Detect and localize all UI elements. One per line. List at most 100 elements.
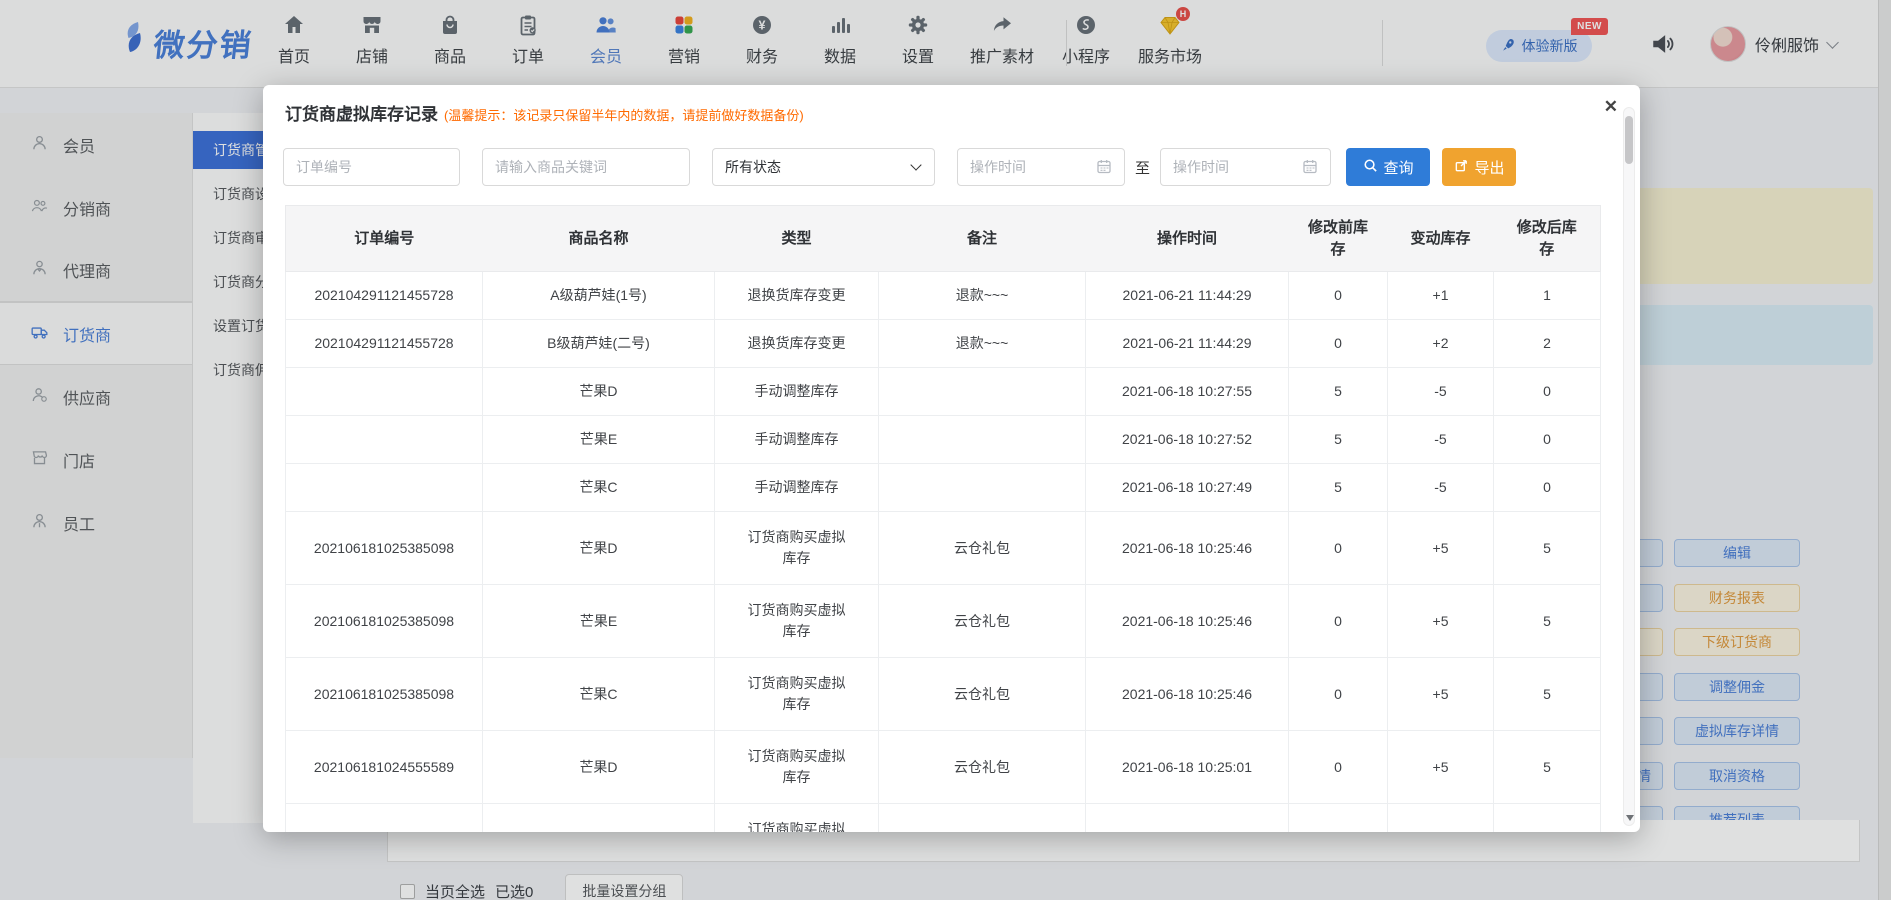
stock-table: 订单编号商品名称类型备注操作时间修改前库存变动库存修改后库存2021042911… bbox=[285, 205, 1601, 832]
table-cell bbox=[286, 368, 483, 416]
table-cell: 5 bbox=[1289, 368, 1388, 416]
table-cell: 云仓礼包 bbox=[879, 512, 1086, 585]
table-cell: 5 bbox=[1494, 731, 1601, 804]
table-cell: 芒果C bbox=[483, 658, 715, 731]
table-row: 202106181025385098芒果E订货商购买虚拟库存云仓礼包2021-0… bbox=[286, 585, 1601, 658]
order-number-input[interactable] bbox=[283, 148, 460, 186]
column-header: 变动库存 bbox=[1388, 206, 1494, 272]
table-row: 202106181024555589芒果D订货商购买虚拟库存云仓礼包2021-0… bbox=[286, 731, 1601, 804]
end-time-placeholder: 操作时间 bbox=[1173, 157, 1229, 177]
end-time-input[interactable]: 操作时间 bbox=[1160, 148, 1331, 186]
table-cell: 2021-06-18 10:27:49 bbox=[1086, 464, 1289, 512]
close-icon[interactable]: ✕ bbox=[1604, 97, 1618, 117]
table-cell: 手动调整库存 bbox=[715, 416, 879, 464]
modal-header: 订货商虚拟库存记录(温馨提示：该记录只保留半年内的数据，请提前做好数据备份) bbox=[263, 85, 1640, 125]
table-cell: 0 bbox=[1289, 731, 1388, 804]
table-cell: 手动调整库存 bbox=[715, 464, 879, 512]
table-cell: 0 bbox=[1494, 464, 1601, 512]
column-header: 修改后库存 bbox=[1494, 206, 1601, 272]
status-select[interactable]: 所有状态 bbox=[712, 148, 935, 186]
table-cell: +5 bbox=[1388, 585, 1494, 658]
table-cell: 202106181025385098 bbox=[286, 585, 483, 658]
table-cell: 1 bbox=[1494, 272, 1601, 320]
table-cell bbox=[879, 368, 1086, 416]
modal-scrollbar bbox=[1623, 107, 1635, 826]
table-cell: -5 bbox=[1388, 368, 1494, 416]
table-cell: 2021-06-18 10:27:55 bbox=[1086, 368, 1289, 416]
virtual-stock-record-modal: ✕ 订货商虚拟库存记录(温馨提示：该记录只保留半年内的数据，请提前做好数据备份)… bbox=[263, 85, 1640, 832]
table-row: 202106181024555589芒果E订货商购买虚拟库存云仓礼包2021-0… bbox=[286, 804, 1601, 833]
column-header: 类型 bbox=[715, 206, 879, 272]
table-header-row: 订单编号商品名称类型备注操作时间修改前库存变动库存修改后库存 bbox=[286, 206, 1601, 272]
table-cell: 202104291121455728 bbox=[286, 272, 483, 320]
table-cell: 0 bbox=[1289, 658, 1388, 731]
table-cell: 芒果D bbox=[483, 512, 715, 585]
table-cell: 0 bbox=[1289, 512, 1388, 585]
table-cell: 退款~~~ bbox=[879, 320, 1086, 368]
table-cell: 202106181025385098 bbox=[286, 512, 483, 585]
search-button[interactable]: 查询 bbox=[1346, 148, 1430, 186]
modal-warning: (温馨提示：该记录只保留半年内的数据，请提前做好数据备份) bbox=[444, 108, 804, 123]
table-cell: +2 bbox=[1388, 320, 1494, 368]
table-cell: 芒果D bbox=[483, 368, 715, 416]
table-cell bbox=[879, 464, 1086, 512]
calendar-icon bbox=[1096, 158, 1112, 177]
table-cell: 2021-06-18 10:25:46 bbox=[1086, 585, 1289, 658]
table-cell: 0 bbox=[1494, 368, 1601, 416]
table-cell: 2021-06-18 10:25:46 bbox=[1086, 512, 1289, 585]
table-cell: 芒果D bbox=[483, 731, 715, 804]
table-cell: 2021-06-21 11:44:29 bbox=[1086, 320, 1289, 368]
table-cell: A级葫芦娃(1号) bbox=[483, 272, 715, 320]
start-time-input[interactable]: 操作时间 bbox=[957, 148, 1125, 186]
table-cell: 5 bbox=[1289, 416, 1388, 464]
table-cell: 订货商购买虚拟库存 bbox=[715, 658, 879, 731]
table-row: 芒果C手动调整库存2021-06-18 10:27:495-50 bbox=[286, 464, 1601, 512]
table-cell bbox=[286, 416, 483, 464]
table-cell: 0 bbox=[1289, 272, 1388, 320]
table-cell: 云仓礼包 bbox=[879, 804, 1086, 833]
table-cell bbox=[286, 464, 483, 512]
screen: 微分销 首页店铺商品订单会员营销¥财务数据设置推广素材小程序H服务市场 体验新版… bbox=[0, 0, 1891, 900]
table-row: 202106181025385098芒果C订货商购买虚拟库存云仓礼包2021-0… bbox=[286, 658, 1601, 731]
column-header: 订单编号 bbox=[286, 206, 483, 272]
column-header: 备注 bbox=[879, 206, 1086, 272]
table-cell: 订货商购买虚拟库存 bbox=[715, 585, 879, 658]
table-cell: 202104291121455728 bbox=[286, 320, 483, 368]
filter-bar: 所有状态 操作时间 至 操作时间 查询 导出 bbox=[283, 148, 1516, 186]
status-select-value: 所有状态 bbox=[725, 157, 781, 177]
table-cell: 手动调整库存 bbox=[715, 368, 879, 416]
table-cell: 5 bbox=[1494, 658, 1601, 731]
table-cell: 202106181024555589 bbox=[286, 731, 483, 804]
table-cell: 202106181025385098 bbox=[286, 658, 483, 731]
table-cell: 订货商购买虚拟库存 bbox=[715, 512, 879, 585]
table-cell: 5 bbox=[1289, 464, 1388, 512]
product-keyword-input[interactable] bbox=[482, 148, 690, 186]
export-button[interactable]: 导出 bbox=[1442, 148, 1516, 186]
start-time-placeholder: 操作时间 bbox=[970, 157, 1026, 177]
column-header: 修改前库存 bbox=[1289, 206, 1388, 272]
table-cell: 2021-06-18 10:27:52 bbox=[1086, 416, 1289, 464]
table-cell: 芒果E bbox=[483, 416, 715, 464]
table-cell: B级葫芦娃(二号) bbox=[483, 320, 715, 368]
search-button-label: 查询 bbox=[1384, 157, 1414, 178]
to-label: 至 bbox=[1135, 157, 1150, 178]
table-cell: 5 bbox=[1494, 804, 1601, 833]
column-header: 商品名称 bbox=[483, 206, 715, 272]
table-row: 芒果E手动调整库存2021-06-18 10:27:525-50 bbox=[286, 416, 1601, 464]
scrollbar-down-arrow[interactable] bbox=[1626, 815, 1634, 821]
table-cell: 退换货库存变更 bbox=[715, 320, 879, 368]
table-cell: -5 bbox=[1388, 464, 1494, 512]
table-cell: 订货商购买虚拟库存 bbox=[715, 731, 879, 804]
export-button-label: 导出 bbox=[1475, 157, 1505, 178]
table-cell: +5 bbox=[1388, 731, 1494, 804]
table-cell: 芒果E bbox=[483, 804, 715, 833]
table-cell: +5 bbox=[1388, 512, 1494, 585]
scrollbar-thumb[interactable] bbox=[1625, 116, 1633, 164]
table-cell: 云仓礼包 bbox=[879, 731, 1086, 804]
chevron-down-icon bbox=[910, 159, 921, 170]
table-row: 芒果D手动调整库存 2021-06-18 10:27:555-50 bbox=[286, 368, 1601, 416]
table-cell: 2021-06-21 11:44:29 bbox=[1086, 272, 1289, 320]
calendar-icon bbox=[1302, 158, 1318, 177]
table-cell: +1 bbox=[1388, 272, 1494, 320]
table-cell: 0 bbox=[1494, 416, 1601, 464]
